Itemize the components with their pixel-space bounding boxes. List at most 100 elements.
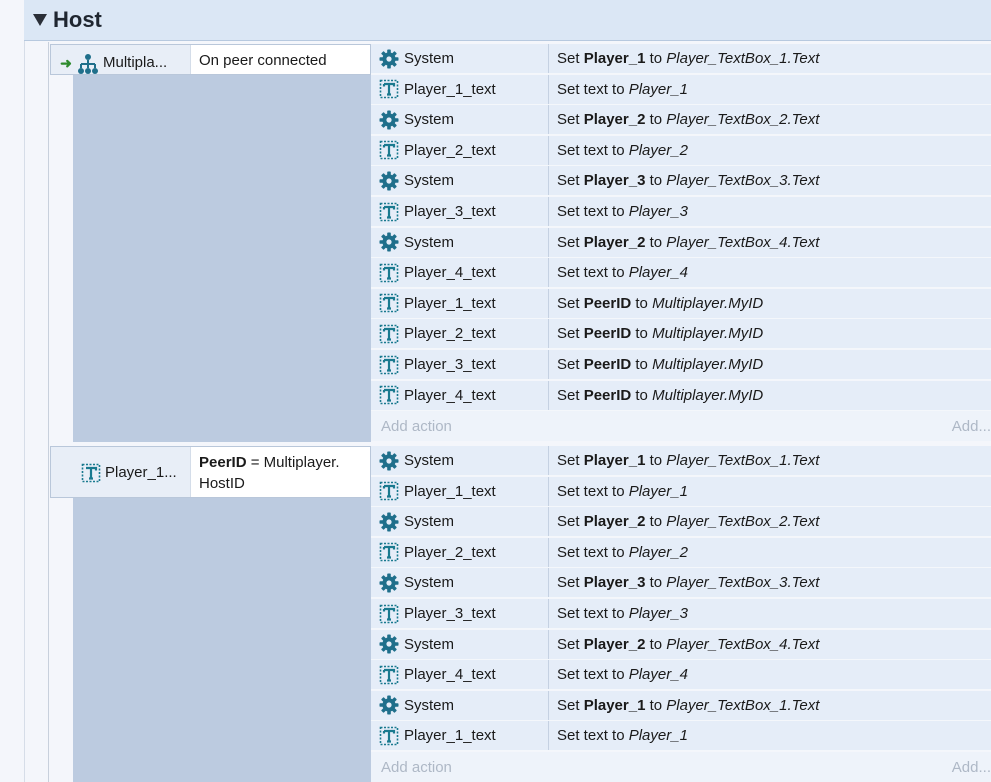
action-object[interactable]: System: [371, 166, 549, 196]
action-row[interactable]: Player_3_text Set PeerID to Multiplayer.M…: [371, 350, 991, 380]
action-row[interactable]: Player_3_text Set text to Player_3: [371, 197, 991, 227]
action-description[interactable]: Set PeerID to Multiplayer.MyID: [549, 387, 763, 404]
action-description[interactable]: Set PeerID to Multiplayer.MyID: [549, 295, 763, 312]
action-row[interactable]: Player_2_text Set PeerID to Multiplayer.M…: [371, 319, 991, 350]
action-description[interactable]: Set text to Player_4: [549, 264, 688, 281]
action-object[interactable]: Player_1_text: [371, 288, 549, 318]
action-object[interactable]: System: [371, 105, 549, 135]
action-connector: to: [645, 452, 667, 469]
action-object[interactable]: System: [371, 568, 549, 598]
add-action-link[interactable]: Add action: [381, 759, 452, 776]
action-description[interactable]: Set text to Player_1: [549, 727, 688, 744]
action-value: Player_1: [628, 727, 688, 745]
action-row[interactable]: System Set Player_2 to Player_TextBox_2.T…: [371, 507, 991, 538]
action-row[interactable]: System Set Player_2 to Player_TextBox_2.T…: [371, 105, 991, 136]
action-description[interactable]: Set text to Player_2: [549, 142, 688, 159]
action-object[interactable]: Player_3_text: [371, 599, 549, 628]
add-more-link[interactable]: Add...: [952, 759, 991, 776]
action-verb: Set text to: [557, 141, 629, 159]
add-action-link[interactable]: Add action: [381, 418, 452, 435]
action-row[interactable]: System Set Player_1 to Player_TextBox_1.T…: [371, 44, 991, 74]
action-description[interactable]: Set text to Player_1: [549, 81, 688, 98]
action-object[interactable]: Player_2_text: [371, 135, 549, 165]
action-description[interactable]: Set text to Player_3: [549, 203, 688, 220]
condition-text-label: On peer connected: [199, 52, 327, 69]
action-row[interactable]: System Set Player_1 to Player_TextBox_1.T…: [371, 690, 991, 721]
action-row[interactable]: System Set Player_3 to Player_TextBox_3.T…: [371, 166, 991, 197]
action-description[interactable]: Set text to Player_1: [549, 483, 688, 500]
add-action-row[interactable]: Add action Add...: [371, 411, 991, 442]
action-description[interactable]: Set PeerID to Multiplayer.MyID: [549, 325, 763, 342]
action-object[interactable]: Player_2_text: [371, 319, 549, 349]
action-description[interactable]: Set text to Player_4: [549, 666, 688, 683]
action-description[interactable]: Set Player_2 to Player_TextBox_4.Text: [549, 234, 819, 251]
action-connector: to: [645, 513, 667, 531]
action-description[interactable]: Set PeerID to Multiplayer.MyID: [549, 356, 763, 373]
action-object[interactable]: Player_1_text: [371, 74, 549, 104]
action-object[interactable]: System: [371, 507, 549, 537]
group-title: Host: [53, 7, 102, 32]
action-row[interactable]: Player_1_text Set PeerID to Multiplayer.M…: [371, 288, 991, 319]
action-connector: to: [631, 294, 653, 312]
condition-row[interactable]: ➜ Multipla... On peer connected: [50, 44, 371, 75]
add-more-link[interactable]: Add...: [952, 418, 991, 435]
action-object[interactable]: Player_1_text: [371, 476, 549, 506]
action-verb: Set: [557, 696, 584, 714]
event-block[interactable]: ➜ Multipla... On peer connected System Se…: [50, 44, 991, 442]
action-object[interactable]: Player_2_text: [371, 537, 549, 567]
action-row[interactable]: Player_1_text Set text to Player_1: [371, 74, 991, 105]
condition-object[interactable]: ➜ Multipla...: [51, 45, 190, 74]
action-variable: Player_1: [583, 696, 646, 714]
action-row[interactable]: System Set Player_2 to Player_TextBox_4.T…: [371, 629, 991, 660]
group-header[interactable]: Host: [24, 0, 991, 41]
action-description[interactable]: Set Player_3 to Player_TextBox_3.Text: [549, 172, 819, 189]
action-row[interactable]: Player_4_text Set text to Player_4: [371, 258, 991, 289]
action-row[interactable]: System Set Player_1 to Player_TextBox_1.T…: [371, 446, 991, 476]
action-object[interactable]: System: [371, 446, 549, 475]
event-conditions-area[interactable]: [73, 44, 371, 442]
action-verb: Set: [557, 172, 584, 190]
action-row[interactable]: Player_2_text Set text to Player_2: [371, 135, 991, 166]
action-row[interactable]: System Set Player_2 to Player_TextBox_4.T…: [371, 227, 991, 258]
action-object[interactable]: Player_4_text: [371, 258, 549, 288]
event-block[interactable]: Player_1... PeerID = Multiplayer. HostID…: [50, 446, 991, 782]
action-object[interactable]: System: [371, 227, 549, 257]
action-description[interactable]: Set Player_1 to Player_TextBox_1.Text: [549, 697, 819, 714]
action-row[interactable]: Player_1_text Set text to Player_1: [371, 476, 991, 507]
condition-text[interactable]: PeerID = Multiplayer. HostID: [190, 447, 370, 497]
action-object[interactable]: System: [371, 629, 549, 659]
action-object[interactable]: Player_4_text: [371, 380, 549, 410]
action-row[interactable]: Player_1_text Set text to Player_1: [371, 721, 991, 752]
add-action-row[interactable]: Add action Add...: [371, 752, 991, 782]
action-connector: to: [631, 386, 653, 404]
action-row[interactable]: Player_3_text Set text to Player_3: [371, 599, 991, 629]
action-object[interactable]: System: [371, 44, 549, 73]
action-value: Player_1: [628, 482, 688, 500]
action-object[interactable]: Player_3_text: [371, 197, 549, 226]
action-verb: Set text to: [557, 203, 629, 220]
action-description[interactable]: Set text to Player_2: [549, 544, 688, 561]
action-verb: Set: [557, 111, 584, 129]
action-description[interactable]: Set Player_2 to Player_TextBox_4.Text: [549, 636, 819, 653]
multiplayer-icon: [78, 54, 98, 74]
action-row[interactable]: Player_4_text Set PeerID to Multiplayer.M…: [371, 380, 991, 411]
action-description[interactable]: Set Player_3 to Player_TextBox_3.Text: [549, 574, 819, 591]
action-object[interactable]: Player_1_text: [371, 721, 549, 751]
action-description[interactable]: Set Player_1 to Player_TextBox_1.Text: [549, 50, 819, 67]
action-row[interactable]: Player_2_text Set text to Player_2: [371, 537, 991, 568]
action-object[interactable]: System: [371, 690, 549, 720]
action-object[interactable]: Player_4_text: [371, 660, 549, 690]
action-description[interactable]: Set Player_2 to Player_TextBox_2.Text: [549, 111, 819, 128]
action-verb: Set text to: [557, 666, 629, 684]
action-row[interactable]: System Set Player_3 to Player_TextBox_3.T…: [371, 568, 991, 599]
action-description[interactable]: Set Player_1 to Player_TextBox_1.Text: [549, 452, 819, 469]
collapse-triangle-icon[interactable]: [33, 14, 47, 26]
action-description[interactable]: Set Player_2 to Player_TextBox_2.Text: [549, 513, 819, 530]
action-verb: Set text to: [557, 543, 629, 561]
action-row[interactable]: Player_4_text Set text to Player_4: [371, 660, 991, 691]
condition-row[interactable]: Player_1... PeerID = Multiplayer. HostID: [50, 446, 371, 498]
condition-object[interactable]: Player_1...: [51, 447, 190, 497]
condition-text[interactable]: On peer connected: [190, 45, 370, 74]
action-description[interactable]: Set text to Player_3: [549, 605, 688, 622]
action-object[interactable]: Player_3_text: [371, 350, 549, 379]
